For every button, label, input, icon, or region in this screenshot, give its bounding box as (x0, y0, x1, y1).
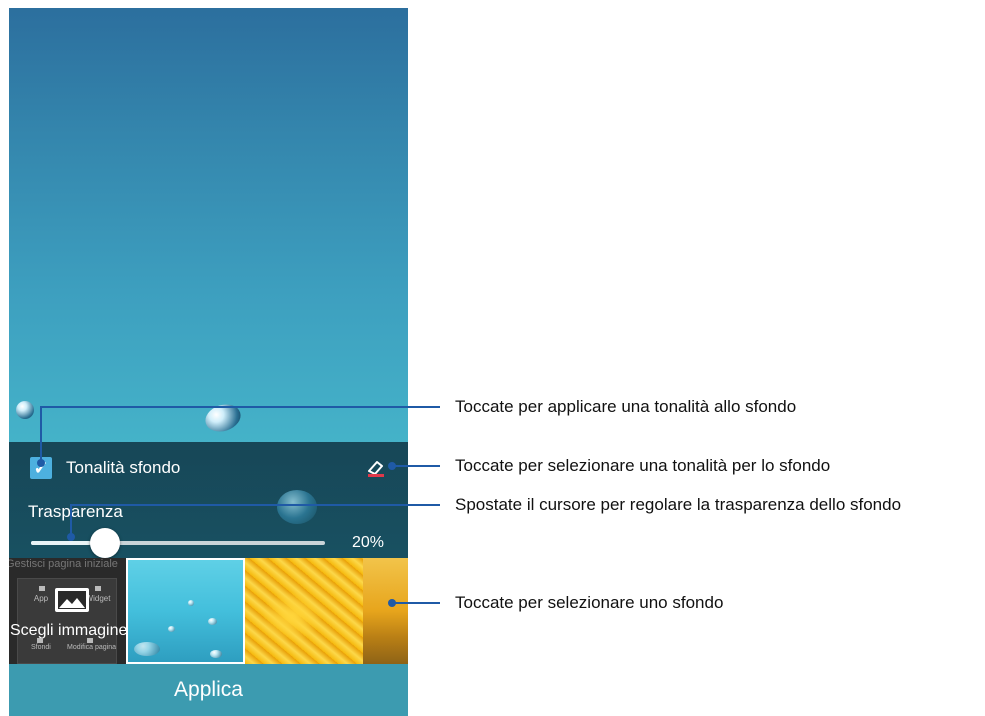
transparency-slider-track[interactable] (31, 541, 325, 545)
wallpaper-thumb-water[interactable] (126, 558, 245, 664)
water-drop (208, 618, 217, 625)
choose-image-label: Scegli immagine (10, 622, 126, 639)
water-drop (210, 650, 222, 658)
callout-wallpaper: Toccate per selezionare uno sfondo (455, 593, 724, 612)
ghost-title: Gestisci pagina iniziale (9, 558, 118, 570)
tint-checkbox[interactable]: ✓ (30, 457, 52, 479)
water-drop (201, 400, 245, 436)
apps-icon (39, 586, 45, 591)
wallpaper-strip: Gestisci pagina iniziale App Widget Sceg… (9, 558, 408, 664)
ghost-app-label: App (33, 594, 49, 603)
tint-label: Tonalità sfondo (66, 458, 181, 477)
water-drop (16, 401, 34, 419)
ghost-modifica-label: Modifica pagina (67, 644, 117, 651)
apply-button[interactable]: Applica (9, 664, 408, 716)
wallpaper-thumb-sunset[interactable] (363, 558, 408, 664)
transparency-slider-thumb[interactable] (89, 528, 120, 558)
tint-panel: ✓ Tonalità sfondo Trasparenza 20% (9, 442, 408, 558)
eraser-icon[interactable] (365, 458, 387, 478)
callout-tint-checkbox: Toccate per applicare una tonalità allo … (455, 397, 797, 416)
transparency-slider-fill (31, 541, 90, 545)
widget-icon (95, 586, 101, 591)
water-splash (134, 642, 160, 656)
wallpaper-thumb-rope[interactable] (245, 558, 363, 664)
transparency-percent: 20% (352, 534, 385, 551)
callout-transparency: Spostate il cursore per regolare la tras… (455, 495, 902, 514)
water-drop (168, 626, 175, 632)
edit-page-icon (87, 638, 93, 643)
stage: ✓ Tonalità sfondo Trasparenza 20% Gestis… (0, 0, 985, 716)
water-drop (277, 490, 317, 524)
ghost-sfondi-label: Sfondi (31, 644, 51, 651)
transparency-label: Trasparenza (28, 502, 123, 521)
image-icon (55, 588, 89, 612)
choose-image-thumb[interactable]: Gestisci pagina iniziale App Widget Sceg… (9, 558, 126, 664)
callout-tint-color: Toccate per selezionare una tonalità per… (455, 456, 831, 475)
water-drop (188, 600, 194, 606)
wallpapers-icon (37, 638, 43, 643)
phone-screen: ✓ Tonalità sfondo Trasparenza 20% Gestis… (9, 8, 408, 716)
